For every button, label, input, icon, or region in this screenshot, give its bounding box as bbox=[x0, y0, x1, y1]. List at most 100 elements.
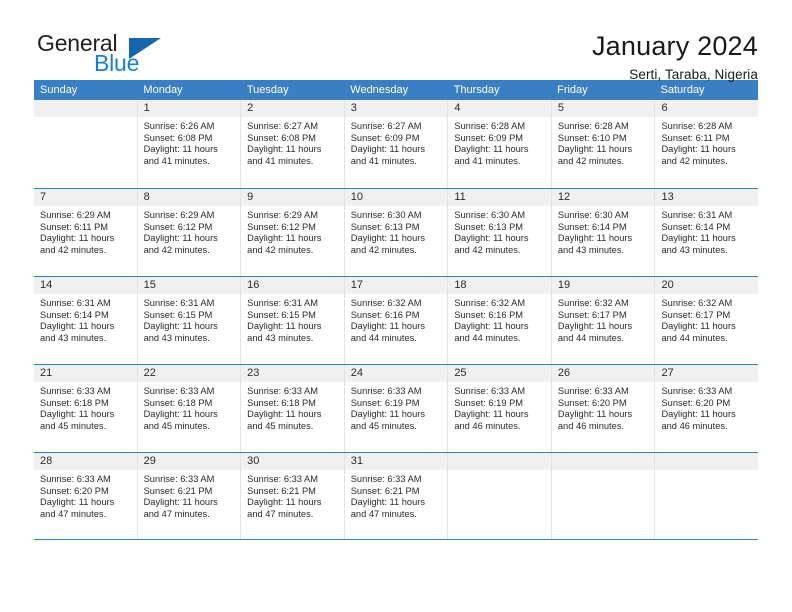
day-details: Sunrise: 6:32 AM Sunset: 6:16 PM Daylight:… bbox=[344, 294, 448, 364]
day-cell-4[interactable]: 4 Sunrise: 6:28 AM Sunset: 6:09 PM Daylight… bbox=[448, 100, 552, 188]
day-detail-line: Sunrise: 6:33 AM bbox=[661, 386, 733, 396]
day-detail-line: Sunset: 6:19 PM bbox=[350, 397, 420, 408]
day-details bbox=[655, 470, 759, 539]
day-detail-line: Daylight: 11 hours bbox=[143, 144, 218, 155]
day-detail-line: Sunset: 6:15 PM bbox=[247, 309, 316, 320]
day-detail-line: and 44 minutes. bbox=[454, 332, 521, 343]
day-cell-18[interactable]: 18 Sunrise: 6:32 AM Sunset: 6:16 PM Dayligh… bbox=[448, 277, 552, 364]
day-number: 15 bbox=[137, 277, 241, 294]
day-cell-24[interactable]: 24 Sunrise: 6:33 AM Sunset: 6:19 PM Dayligh… bbox=[344, 365, 449, 452]
day-cell-10[interactable]: 10 Sunrise: 6:30 AM Sunset: 6:13 PM Dayligh… bbox=[344, 189, 449, 276]
day-detail-line: Daylight: 11 hours bbox=[661, 144, 736, 155]
weekday-header-sunday: Sunday bbox=[40, 84, 78, 96]
day-detail-line: and 46 minutes. bbox=[557, 420, 625, 431]
day-detail-line: and 42 minutes. bbox=[40, 244, 107, 255]
day-details: Sunrise: 6:29 AM Sunset: 6:12 PM Daylight:… bbox=[137, 206, 241, 276]
day-number: 9 bbox=[241, 189, 344, 206]
day-detail-line: Sunset: 6:18 PM bbox=[40, 397, 109, 408]
day-number: 30 bbox=[241, 453, 344, 470]
day-cell-17[interactable]: 17 Sunrise: 6:32 AM Sunset: 6:16 PM Dayligh… bbox=[344, 277, 449, 364]
calendar-grid: Sunday Monday Tuesday Wednesday Thursday Frid… bbox=[34, 80, 759, 540]
day-cell-29[interactable]: 29 Sunrise: 6:33 AM Sunset: 6:21 PM Dayligh… bbox=[137, 453, 242, 539]
day-detail-line: Daylight: 11 hours bbox=[454, 321, 529, 332]
day-detail-line: Sunrise: 6:33 AM bbox=[40, 386, 111, 396]
day-cell-28[interactable]: 28 Sunrise: 6:33 AM Sunset: 6:20 PM Dayligh… bbox=[34, 453, 138, 539]
day-cell-21[interactable]: 21 Sunrise: 6:33 AM Sunset: 6:18 PM Dayligh… bbox=[34, 365, 138, 452]
day-details: Sunrise: 6:33 AM Sunset: 6:21 PM Daylight:… bbox=[137, 470, 241, 539]
day-detail-line: Sunrise: 6:33 AM bbox=[454, 386, 526, 396]
day-number: 22 bbox=[137, 365, 241, 382]
day-detail-line: and 41 minutes. bbox=[247, 155, 314, 166]
day-cell-13[interactable]: 13 Sunrise: 6:31 AM Sunset: 6:14 PM Dayligh… bbox=[655, 189, 759, 276]
day-detail-line: Sunrise: 6:27 AM bbox=[247, 121, 318, 131]
day-cell-5[interactable]: 5 Sunrise: 6:28 AM Sunset: 6:10 PM Daylight… bbox=[551, 100, 656, 188]
day-detail-line: and 44 minutes. bbox=[350, 332, 417, 343]
day-detail-line: Daylight: 11 hours bbox=[350, 233, 425, 244]
day-number bbox=[551, 453, 655, 470]
day-detail-line: Sunset: 6:10 PM bbox=[557, 132, 627, 143]
day-cell-27[interactable]: 27 Sunrise: 6:33 AM Sunset: 6:20 PM Dayligh… bbox=[655, 365, 759, 452]
day-cell-22[interactable]: 22 Sunrise: 6:33 AM Sunset: 6:18 PM Dayligh… bbox=[137, 365, 242, 452]
day-details: Sunrise: 6:28 AM Sunset: 6:11 PM Daylight:… bbox=[655, 117, 759, 188]
day-details: Sunrise: 6:33 AM Sunset: 6:21 PM Daylight:… bbox=[344, 470, 448, 539]
day-detail-line: Daylight: 11 hours bbox=[40, 233, 115, 244]
day-number: 26 bbox=[551, 365, 655, 382]
day-cell-2[interactable]: 2 Sunrise: 6:27 AM Sunset: 6:08 PM Daylight… bbox=[241, 100, 345, 188]
day-cell-30[interactable]: 30 Sunrise: 6:33 AM Sunset: 6:21 PM Dayligh… bbox=[241, 453, 345, 539]
day-details: Sunrise: 6:31 AM Sunset: 6:15 PM Daylight:… bbox=[137, 294, 241, 364]
day-details: Sunrise: 6:29 AM Sunset: 6:11 PM Daylight:… bbox=[34, 206, 137, 276]
day-details: Sunrise: 6:31 AM Sunset: 6:14 PM Daylight:… bbox=[655, 206, 759, 276]
weekday-header-thursday: Thursday bbox=[453, 84, 500, 96]
day-cell-9[interactable]: 9 Sunrise: 6:29 AM Sunset: 6:12 PM Daylight… bbox=[241, 189, 345, 276]
day-detail-line: Sunset: 6:18 PM bbox=[143, 397, 213, 408]
day-detail-line: Daylight: 11 hours bbox=[40, 321, 115, 332]
day-detail-line: Daylight: 11 hours bbox=[143, 497, 218, 508]
day-detail-line: and 47 minutes. bbox=[247, 508, 314, 519]
day-number: 27 bbox=[655, 365, 759, 382]
day-detail-line: and 43 minutes. bbox=[557, 244, 625, 255]
day-number: 29 bbox=[137, 453, 241, 470]
day-number: 18 bbox=[448, 277, 551, 294]
day-detail-line: Sunset: 6:12 PM bbox=[247, 221, 316, 232]
day-detail-line: and 47 minutes. bbox=[350, 508, 417, 519]
calendar-week-row: 14 Sunrise: 6:31 AM Sunset: 6:14 PM Dayligh… bbox=[34, 276, 759, 364]
day-cell-23[interactable]: 23 Sunrise: 6:33 AM Sunset: 6:18 PM Dayligh… bbox=[241, 365, 345, 452]
day-detail-line: Daylight: 11 hours bbox=[40, 409, 115, 420]
day-detail-line: and 43 minutes. bbox=[40, 332, 107, 343]
day-cell-25[interactable]: 25 Sunrise: 6:33 AM Sunset: 6:19 PM Dayligh… bbox=[448, 365, 552, 452]
day-detail-line: Sunrise: 6:32 AM bbox=[661, 298, 733, 308]
day-cell-11[interactable]: 11 Sunrise: 6:30 AM Sunset: 6:13 PM Dayligh… bbox=[448, 189, 552, 276]
day-cell-6[interactable]: 6 Sunrise: 6:28 AM Sunset: 6:11 PM Daylight… bbox=[655, 100, 759, 188]
day-number: 2 bbox=[241, 100, 344, 117]
day-detail-line: Sunset: 6:13 PM bbox=[454, 221, 524, 232]
day-cell-empty bbox=[34, 100, 138, 188]
day-cell-15[interactable]: 15 Sunrise: 6:31 AM Sunset: 6:15 PM Dayligh… bbox=[137, 277, 242, 364]
day-number: 16 bbox=[241, 277, 344, 294]
day-detail-line: Sunrise: 6:33 AM bbox=[40, 474, 111, 484]
day-detail-line: Sunset: 6:15 PM bbox=[143, 309, 213, 320]
general-blue-logo[interactable]: General Blue bbox=[34, 30, 184, 82]
day-detail-line: Sunset: 6:14 PM bbox=[557, 221, 627, 232]
day-detail-line: Sunrise: 6:29 AM bbox=[143, 210, 215, 220]
day-detail-line: Sunset: 6:14 PM bbox=[661, 221, 731, 232]
day-cell-16[interactable]: 16 Sunrise: 6:31 AM Sunset: 6:15 PM Dayligh… bbox=[241, 277, 345, 364]
day-cell-3[interactable]: 3 Sunrise: 6:27 AM Sunset: 6:09 PM Daylight… bbox=[344, 100, 449, 188]
day-cell-31[interactable]: 31 Sunrise: 6:33 AM Sunset: 6:21 PM Dayligh… bbox=[344, 453, 449, 539]
day-cell-12[interactable]: 12 Sunrise: 6:30 AM Sunset: 6:14 PM Dayligh… bbox=[551, 189, 656, 276]
day-cell-26[interactable]: 26 Sunrise: 6:33 AM Sunset: 6:20 PM Dayligh… bbox=[551, 365, 656, 452]
day-cell-7[interactable]: 7 Sunrise: 6:29 AM Sunset: 6:11 PM Daylight… bbox=[34, 189, 138, 276]
day-cell-1[interactable]: 1 Sunrise: 6:26 AM Sunset: 6:08 PM Daylight… bbox=[137, 100, 242, 188]
day-cell-19[interactable]: 19 Sunrise: 6:32 AM Sunset: 6:17 PM Dayligh… bbox=[551, 277, 656, 364]
day-detail-line: Sunrise: 6:31 AM bbox=[661, 210, 733, 220]
day-number: 3 bbox=[344, 100, 448, 117]
day-detail-line: Sunrise: 6:33 AM bbox=[350, 386, 422, 396]
day-detail-line: Sunrise: 6:33 AM bbox=[557, 386, 629, 396]
day-cell-20[interactable]: 20 Sunrise: 6:32 AM Sunset: 6:17 PM Dayligh… bbox=[655, 277, 759, 364]
day-detail-line: and 43 minutes. bbox=[661, 244, 728, 255]
day-cell-8[interactable]: 8 Sunrise: 6:29 AM Sunset: 6:12 PM Daylight… bbox=[137, 189, 242, 276]
day-number: 13 bbox=[655, 189, 759, 206]
calendar-week-row: 7 Sunrise: 6:29 AM Sunset: 6:11 PM Daylight… bbox=[34, 188, 759, 276]
day-number: 17 bbox=[344, 277, 448, 294]
day-cell-14[interactable]: 14 Sunrise: 6:31 AM Sunset: 6:14 PM Dayligh… bbox=[34, 277, 138, 364]
day-details: Sunrise: 6:33 AM Sunset: 6:21 PM Daylight:… bbox=[241, 470, 344, 539]
